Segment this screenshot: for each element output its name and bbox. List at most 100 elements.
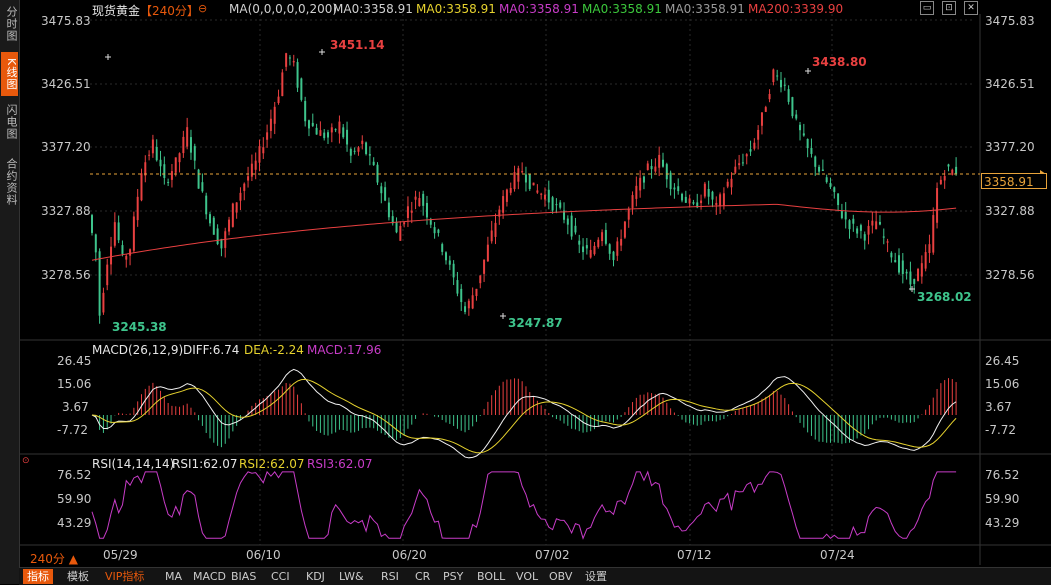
candle-body [848,220,851,230]
candle-body [760,112,763,126]
indicator-vol[interactable]: VOL [516,569,538,584]
low-annotation: 3245.38 [112,320,167,334]
candle-body [159,159,162,167]
candle-body [955,166,958,175]
candle-body [551,197,554,211]
macd-y-tick: 26.45 [985,354,1020,368]
candle-body [528,174,531,190]
candle-body [688,198,691,204]
candle-body [909,271,912,285]
candle-body [779,79,782,88]
candle-body [380,186,383,194]
candle-body [639,177,642,191]
candle-body [433,227,436,234]
indicator-ma[interactable]: MA [165,569,182,584]
candle-body [852,218,855,224]
settings-tab[interactable]: 设置 [585,569,607,584]
candle-body [148,154,151,156]
candle-body [829,182,832,188]
low-annotation: 3247.87 [508,316,563,330]
candle-body [292,61,295,63]
rsi-y-tick: 76.52 [985,468,1020,482]
candle-body [235,202,238,213]
candle-body [894,260,897,263]
candle-body [243,183,246,191]
candle-body [932,215,935,253]
candle-body [543,194,546,200]
candle-body [483,259,486,274]
indicator-cr[interactable]: CR [415,569,430,584]
candle-body [768,94,771,100]
candle-body [570,215,573,237]
candle-body [745,154,748,157]
candle-body [578,240,581,245]
y-tick-right: 3278.56 [985,268,1035,282]
candle-body [555,204,558,206]
candle-body [738,163,741,166]
indicator-obv[interactable]: OBV [549,569,572,584]
candle-body [311,122,314,126]
candle-body [715,202,718,205]
candle-body [304,100,307,122]
candle-body [540,193,543,195]
candle-body [174,157,177,173]
vip-indicator-tab[interactable]: VIP指标 [105,569,144,584]
indicator-macd[interactable]: MACD [193,569,226,584]
macd-title: MACD(26,12,9) [92,343,184,357]
rsi-y-tick: 59.90 [57,492,92,506]
target-icon[interactable]: ⊙ [22,456,30,466]
candle-body [726,181,729,187]
candle-body [658,154,661,168]
indicator-kdj[interactable]: KDJ [306,569,325,584]
candle-body [258,146,261,163]
candle-body [677,186,680,192]
candle-body [300,78,303,100]
indicator-tab-active[interactable]: 指标 [23,569,53,584]
candle-body [178,153,181,163]
candle-body [631,195,634,208]
candle-body [703,183,706,197]
template-tab[interactable]: 模板 [67,569,89,584]
indicator-cci[interactable]: CCI [271,569,290,584]
period-selector[interactable]: 240分 ▲ [30,550,78,567]
candle-body [943,176,946,181]
candle-body [467,300,470,309]
candle-body [296,62,299,88]
candle-body [711,191,714,200]
y-tick-left: 3327.88 [41,204,91,218]
indicator-bias[interactable]: BIAS [231,569,256,584]
candle-body [281,72,284,97]
indicator-rsi[interactable]: RSI [381,569,399,584]
candle-body [844,211,847,220]
candle-body [795,114,798,119]
candle-body [612,251,615,261]
candle-body [182,136,185,154]
candle-body [897,255,900,273]
candle-body [163,164,166,178]
candle-body [266,132,269,140]
candle-body [113,222,116,246]
candle-body [597,239,600,247]
high-annotation: 3438.80 [812,55,867,69]
candle-body [536,190,539,193]
candle-body [479,275,482,284]
candle-body [140,173,143,201]
macd-y-tick: 26.45 [57,354,92,368]
candle-body [734,166,737,173]
candle-body [513,172,516,190]
candle-body [460,288,463,303]
macd-y-tick: 15.06 [57,377,92,391]
candle-body [494,222,497,237]
y-tick-right: 3377.20 [985,140,1035,154]
candle-body [502,196,505,213]
indicator-boll[interactable]: BOLL [477,569,505,584]
chart-canvas[interactable] [0,0,1051,584]
candle-body [741,162,744,164]
candle-body [228,219,231,232]
indicator-psy[interactable]: PSY [443,569,463,584]
candle-body [524,174,527,183]
candle-body [604,229,607,244]
y-tick-left: 3426.51 [41,77,91,91]
indicator-lw[interactable]: LW& [339,569,364,584]
candle-body [566,218,569,225]
